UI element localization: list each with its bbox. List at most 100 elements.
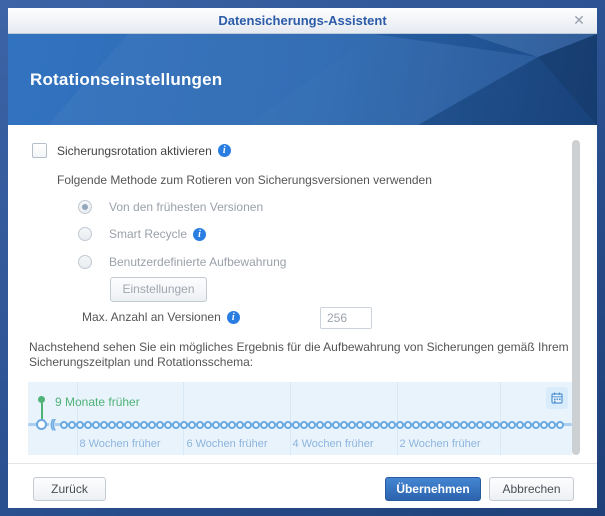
method-heading: Folgende Methode zum Rotieren von Sicher…	[57, 173, 432, 187]
version-dot	[388, 421, 396, 429]
timeline-break-icon: ((	[49, 416, 55, 432]
radio-earliest-versions-label: Von den frühesten Versionen	[109, 200, 263, 214]
version-dot	[236, 421, 244, 429]
version-dot	[404, 421, 412, 429]
version-dot	[92, 421, 100, 429]
axis-label-8-weeks: 8 Wochen früher	[79, 438, 160, 450]
version-dot	[76, 421, 84, 429]
version-dot	[100, 421, 108, 429]
banner: Rotationseinstellungen	[8, 34, 597, 125]
close-icon[interactable]: ✕	[570, 8, 588, 33]
axis-label-4-weeks: 4 Wochen früher	[292, 438, 373, 450]
version-dot	[460, 421, 468, 429]
radio-smart-recycle-label: Smart Recycle	[109, 227, 187, 241]
timeline-gridline	[397, 382, 398, 455]
version-dot	[284, 421, 292, 429]
calendar-view-button[interactable]	[546, 387, 568, 409]
max-versions-info-icon[interactable]: i	[227, 311, 240, 324]
version-dot	[316, 421, 324, 429]
version-dot	[556, 421, 564, 429]
radio-custom-retention-label: Benutzerdefinierte Aufbewahrung	[109, 255, 286, 269]
version-dot	[324, 421, 332, 429]
version-dot	[116, 421, 124, 429]
vertical-scrollbar[interactable]	[572, 140, 580, 455]
version-dot	[340, 421, 348, 429]
retention-timeline: 9 Monate früher (( 8 Wochen früher 6 Woc…	[28, 382, 572, 455]
backup-wizard-dialog: Datensicherungs-Assistent ✕ Rotationsein…	[0, 0, 605, 516]
version-dot	[532, 421, 540, 429]
version-dot	[220, 421, 228, 429]
axis-label-2-weeks: 2 Wochen früher	[399, 438, 480, 450]
version-dot	[420, 421, 428, 429]
version-dot	[508, 421, 516, 429]
version-dot	[364, 421, 372, 429]
version-dot	[204, 421, 212, 429]
version-dot	[84, 421, 92, 429]
version-dot	[516, 421, 524, 429]
timeline-gridline	[183, 382, 184, 455]
version-dot	[412, 421, 420, 429]
version-dot	[444, 421, 452, 429]
version-dot	[452, 421, 460, 429]
version-dot	[124, 421, 132, 429]
version-dot	[180, 421, 188, 429]
version-dot	[164, 421, 172, 429]
rotation-info-icon[interactable]: i	[218, 144, 231, 157]
version-dot	[132, 421, 140, 429]
version-dot	[548, 421, 556, 429]
cancel-button[interactable]: Abbrechen	[489, 477, 574, 501]
preview-description: Nachstehend sehen Sie ein mögliches Erge…	[29, 340, 577, 370]
earliest-marker-label: 9 Monate früher	[55, 395, 140, 409]
version-dot	[332, 421, 340, 429]
version-dot	[540, 421, 548, 429]
version-dot	[228, 421, 236, 429]
radio-earliest-versions[interactable]	[78, 200, 92, 214]
version-dot	[380, 421, 388, 429]
version-dot	[196, 421, 204, 429]
version-dot	[476, 421, 484, 429]
version-dot	[308, 421, 316, 429]
version-dot	[68, 421, 76, 429]
version-dot	[484, 421, 492, 429]
content-area: Sicherungsrotation aktivieren i Folgende…	[8, 125, 597, 463]
version-dot	[396, 421, 404, 429]
version-dot	[148, 421, 156, 429]
version-dot	[436, 421, 444, 429]
radio-smart-recycle[interactable]	[78, 227, 92, 241]
page-title: Rotationseinstellungen	[30, 70, 222, 90]
timeline-gridline	[290, 382, 291, 455]
version-dot	[244, 421, 252, 429]
version-dot	[156, 421, 164, 429]
timeline-gridline	[500, 382, 501, 455]
version-dot	[300, 421, 308, 429]
version-dot	[372, 421, 380, 429]
version-dot	[172, 421, 180, 429]
version-dot	[188, 421, 196, 429]
version-dot	[356, 421, 364, 429]
version-dot	[252, 421, 260, 429]
version-dot	[428, 421, 436, 429]
rotation-checkbox[interactable]	[32, 143, 47, 158]
settings-button[interactable]: Einstellungen	[110, 277, 207, 302]
smart-recycle-info-icon[interactable]: i	[193, 228, 206, 241]
apply-button[interactable]: Übernehmen	[385, 477, 481, 501]
window-title: Datensicherungs-Assistent	[8, 8, 597, 33]
version-dot	[500, 421, 508, 429]
max-versions-label: Max. Anzahl an Versionen	[82, 310, 221, 324]
back-button[interactable]: Zurück	[33, 477, 106, 501]
footer: Zurück Übernehmen Abbrechen	[8, 463, 597, 508]
version-chain	[60, 421, 564, 429]
earliest-kept-version-dot	[36, 419, 47, 430]
timeline-gridline	[77, 382, 78, 455]
version-dot	[492, 421, 500, 429]
version-dot	[212, 421, 220, 429]
version-dot	[268, 421, 276, 429]
version-dot	[292, 421, 300, 429]
rotation-checkbox-label: Sicherungsrotation aktivieren	[57, 144, 212, 158]
earliest-marker-pin-icon	[38, 396, 45, 403]
version-dot	[60, 421, 68, 429]
axis-label-6-weeks: 6 Wochen früher	[186, 438, 267, 450]
version-dot	[348, 421, 356, 429]
radio-custom-retention[interactable]	[78, 255, 92, 269]
max-versions-input[interactable]	[320, 307, 372, 329]
